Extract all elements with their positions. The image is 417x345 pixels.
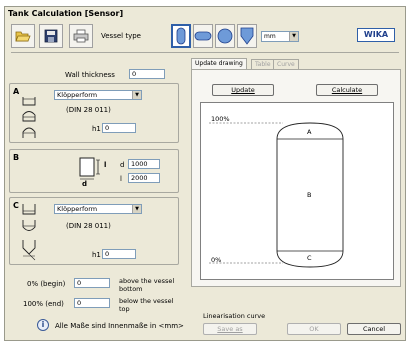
vessel-type-sphere-button[interactable] xyxy=(215,24,235,48)
info-icon: i xyxy=(37,319,49,331)
linearisation-label: Linearisation curve xyxy=(203,312,266,320)
section-b-l-input[interactable]: 2000 xyxy=(128,173,160,183)
begin-label: 0% (begin) xyxy=(27,280,66,288)
section-a-norm: (DIN 28 011) xyxy=(66,106,111,114)
open-folder-icon xyxy=(15,31,31,42)
open-folder-button[interactable] xyxy=(11,24,35,48)
calculate-button-label: Calculate xyxy=(331,86,363,94)
unit-select[interactable]: mm ▼ xyxy=(261,31,299,42)
section-c-shape-value: Klöpperform xyxy=(57,205,98,213)
cancel-button[interactable]: Cancel xyxy=(347,323,401,335)
section-b-group: B d l d 1000 l 2000 xyxy=(9,149,179,193)
toolbar-separator xyxy=(11,52,399,53)
begin-desc-line1: above the vessel xyxy=(119,277,175,285)
drawing-top-label: 100% xyxy=(211,115,230,123)
update-button-label: Update xyxy=(231,86,255,94)
chevron-down-icon: ▼ xyxy=(132,205,141,213)
cylinder-dimension-icon xyxy=(79,157,100,180)
print-button[interactable] xyxy=(69,24,93,48)
head-shape-icons xyxy=(22,97,36,138)
printer-icon xyxy=(73,29,89,43)
horizontal-vessel-icon xyxy=(194,31,212,41)
vessel-drawing xyxy=(209,122,344,268)
tab-update-drawing[interactable]: Update drawing xyxy=(191,58,247,69)
section-c-letter: C xyxy=(13,201,19,210)
sphere-vessel-icon xyxy=(217,28,233,44)
brand-logo: WIKA xyxy=(357,28,395,42)
chevron-down-icon: ▼ xyxy=(132,91,141,99)
section-b-l-label: l xyxy=(120,175,122,183)
vessel-type-conical-button[interactable] xyxy=(237,24,257,48)
section-a-group: A Klöpperform ▼ (DIN 28 011) h1 0 xyxy=(9,83,179,143)
drawing-panel: Update Calculate 100% 0% A B C xyxy=(191,69,401,287)
vertical-vessel-icon xyxy=(176,27,186,45)
section-c-group: C Klöpperform ▼ (DIN 28 011) h1 0 xyxy=(9,197,179,265)
vessel-type-horizontal-button[interactable] xyxy=(193,24,213,48)
window-title: Tank Calculation [Sensor] xyxy=(8,9,124,18)
section-a-shape-select[interactable]: Klöpperform ▼ xyxy=(54,90,142,100)
units-note: Alle Maße sind Innenmaße in <mm> xyxy=(55,322,184,330)
begin-input[interactable]: 0 xyxy=(74,278,110,288)
toolbar: Vessel type mm ▼ WIKA xyxy=(11,24,401,48)
drawing-section-c: C xyxy=(307,254,312,262)
end-desc-line1: below the vessel xyxy=(119,297,174,305)
save-as-label: Save as xyxy=(217,325,243,333)
ok-button[interactable]: OK xyxy=(287,323,341,335)
save-as-button[interactable]: Save as xyxy=(203,323,257,335)
begin-desc-line2: bottom xyxy=(119,285,143,293)
conical-vessel-icon xyxy=(240,27,254,45)
drawing-bottom-label: 0% xyxy=(211,256,222,264)
diagram-l-label: l xyxy=(104,161,107,169)
section-a-letter: A xyxy=(13,87,20,96)
calculate-button[interactable]: Calculate xyxy=(316,84,378,96)
section-b-d-label: d xyxy=(120,161,125,169)
section-c-h1-input[interactable]: 0 xyxy=(102,249,136,259)
diagram-d-label: d xyxy=(82,180,88,188)
section-a-h1-label: h1 xyxy=(92,125,101,133)
unit-select-value: mm xyxy=(264,33,276,40)
chevron-down-icon: ▼ xyxy=(289,32,298,41)
wall-thickness-label: Wall thickness xyxy=(65,71,115,79)
section-c-h1-label: h1 xyxy=(92,251,101,259)
drawing-section-a: A xyxy=(307,128,312,136)
end-input[interactable]: 0 xyxy=(74,298,110,308)
update-button[interactable]: Update xyxy=(212,84,274,96)
vessel-type-vertical-button[interactable] xyxy=(171,24,191,48)
cancel-label: Cancel xyxy=(362,325,386,333)
save-button[interactable] xyxy=(39,24,63,48)
end-desc-line2: top xyxy=(119,305,130,313)
tab-table[interactable]: Table xyxy=(251,59,275,69)
drawing-section-b: B xyxy=(307,191,312,199)
vessel-type-label: Vessel type xyxy=(101,32,141,40)
section-c-shape-select[interactable]: Klöpperform ▼ xyxy=(54,204,142,214)
vessel-drawing-canvas: 100% 0% A B C xyxy=(200,102,394,280)
section-a-h1-input[interactable]: 0 xyxy=(102,123,136,133)
save-disk-icon xyxy=(44,29,58,43)
section-b-letter: B xyxy=(13,153,20,162)
section-c-norm: (DIN 28 011) xyxy=(66,222,111,230)
end-label: 100% (end) xyxy=(23,300,64,308)
tank-calculation-window: Tank Calculation [Sensor] Vessel type mm… xyxy=(4,6,406,341)
section-a-shape-value: Klöpperform xyxy=(57,91,98,99)
bottom-shape-icons xyxy=(22,204,36,261)
section-b-d-input[interactable]: 1000 xyxy=(128,159,160,169)
ok-label: OK xyxy=(309,325,319,333)
wall-thickness-input[interactable]: 0 xyxy=(129,69,165,79)
tab-curve[interactable]: Curve xyxy=(273,59,299,69)
